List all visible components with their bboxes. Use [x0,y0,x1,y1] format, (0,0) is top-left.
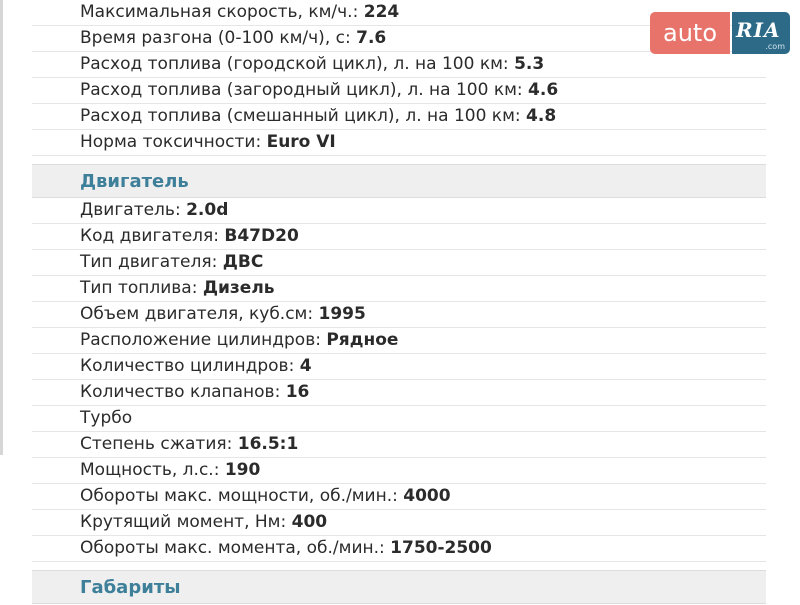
spec-label: Обороты макс. момента, об./мин.: [80,538,391,558]
spec-label: Расход топлива (смешанный цикл), л. на 1… [80,106,527,126]
spec-row-cylinder-layout: Расположение цилиндров: Рядное [32,328,766,354]
spec-value: 16 [285,382,310,402]
logo-ria-block: RIA .com [732,12,790,54]
spec-value: 5.3 [514,54,545,74]
logo-ria-text: RIA [736,18,781,42]
spec-label: Максимальная скорость, км/ч.: [80,2,364,22]
spec-row-turbo: Турбо [32,406,766,432]
spec-row-torque: Крутящий момент, Нм: 400 [32,510,766,536]
spec-value: 2.0d [186,200,229,220]
spec-label: Время разгона (0-100 км/ч), с: [80,28,357,48]
spec-label: Расположение цилиндров: [80,330,327,350]
section-header-dimensions[interactable]: Габариты [32,570,766,604]
spec-label: Двигатель: [80,200,187,220]
spec-label: Код двигателя: [80,226,225,246]
spec-row-engine-type: Тип двигателя: ДВС [32,250,766,276]
logo-ria-com: .com [765,42,785,51]
spec-row-fuel-city: Расход топлива (городской цикл), л. на 1… [32,52,766,78]
spec-value: 400 [291,512,328,532]
spec-row-fuel-type: Тип топлива: Дизель [32,276,766,302]
auto-ria-logo: auto RIA .com [650,12,790,54]
spec-value: 190 [224,460,261,480]
spec-value: Euro VI [266,132,336,152]
spec-row-valves: Количество клапанов: 16 [32,380,766,406]
spec-label: Обороты макс. мощности, об./мин.: [80,486,404,506]
spec-value: B47D20 [224,226,299,246]
spec-value: 4000 [403,486,451,506]
spec-value: 4.6 [528,80,559,100]
spec-row-torque-rpm: Обороты макс. момента, об./мин.: 1750-25… [32,536,766,562]
spec-label: Количество цилиндров: [80,356,300,376]
spec-row-power: Мощность, л.с.: 190 [32,458,766,484]
spec-label: Расход топлива (городской цикл), л. на 1… [80,54,515,74]
spec-label: Количество клапанов: [80,382,286,402]
spec-row-compression: Степень сжатия: 16.5:1 [32,432,766,458]
spec-row-engine: Двигатель: 2.0d [32,198,766,224]
spec-row-emission: Норма токсичности: Euro VI [32,130,766,156]
spec-label: Крутящий момент, Нм: [80,512,292,532]
spec-row-fuel-combined: Расход топлива (смешанный цикл), л. на 1… [32,104,766,130]
spec-label: Тип топлива: [80,278,203,298]
spec-label: Мощность, л.с.: [80,460,225,480]
spec-label: Объем двигателя, куб.см: [80,304,319,324]
spec-value: 7.6 [356,28,387,48]
spec-row-displacement: Объем двигателя, куб.см: 1995 [32,302,766,328]
spec-value: 1995 [318,304,366,324]
spec-value: 4.8 [526,106,557,126]
spec-value: 1750-2500 [390,538,492,558]
logo-auto-text: auto [650,12,730,54]
spec-row-cylinders: Количество цилиндров: 4 [32,354,766,380]
spec-row-power-rpm: Обороты макс. мощности, об./мин.: 4000 [32,484,766,510]
spec-value: 16.5:1 [237,434,299,454]
spec-label: Тип двигателя: [80,252,223,272]
spec-label: Степень сжатия: [80,434,238,454]
spec-label: Турбо [80,408,133,428]
spec-value: 4 [299,356,312,376]
spec-value: Рядное [326,330,399,350]
spec-label: Расход топлива (загородный цикл), л. на … [80,80,529,100]
section-header-engine[interactable]: Двигатель [32,164,766,198]
spec-value: Дизель [202,278,275,298]
spec-row-fuel-highway: Расход топлива (загородный цикл), л. на … [32,78,766,104]
spec-value: ДВС [222,252,264,272]
spec-row-engine-code: Код двигателя: B47D20 [32,224,766,250]
spec-list: Максимальная скорость, км/ч.: 224 Время … [32,0,766,604]
spec-value: 224 [363,2,400,22]
spec-label: Норма токсичности: [80,132,267,152]
left-edge-divider [0,0,3,455]
